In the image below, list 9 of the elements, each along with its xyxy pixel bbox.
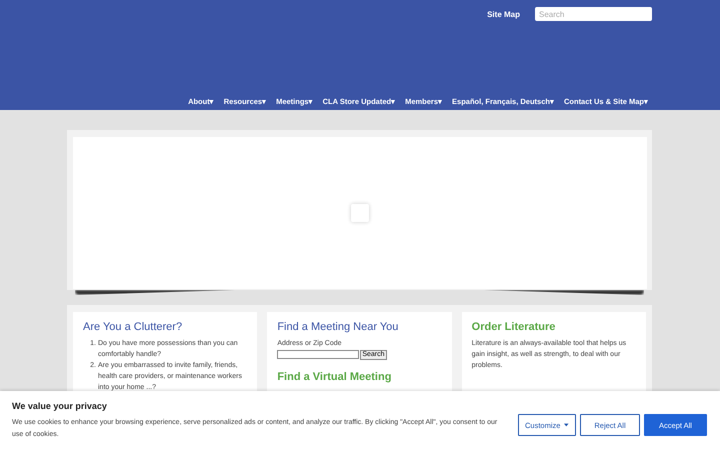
card-title: Order Literature bbox=[472, 321, 556, 333]
search-field[interactable]: Search bbox=[535, 7, 652, 21]
card-title: Find a Meeting Near You bbox=[277, 321, 400, 333]
banner-title: We value your privacy bbox=[12, 401, 108, 411]
caret-icon bbox=[564, 423, 569, 427]
site-map-link[interactable]: Site Map bbox=[487, 10, 520, 18]
card-title: Are You a Clutterer? bbox=[83, 321, 184, 333]
section-title: Find a Virtual Meeting bbox=[277, 371, 392, 383]
zip-field[interactable] bbox=[277, 350, 360, 359]
